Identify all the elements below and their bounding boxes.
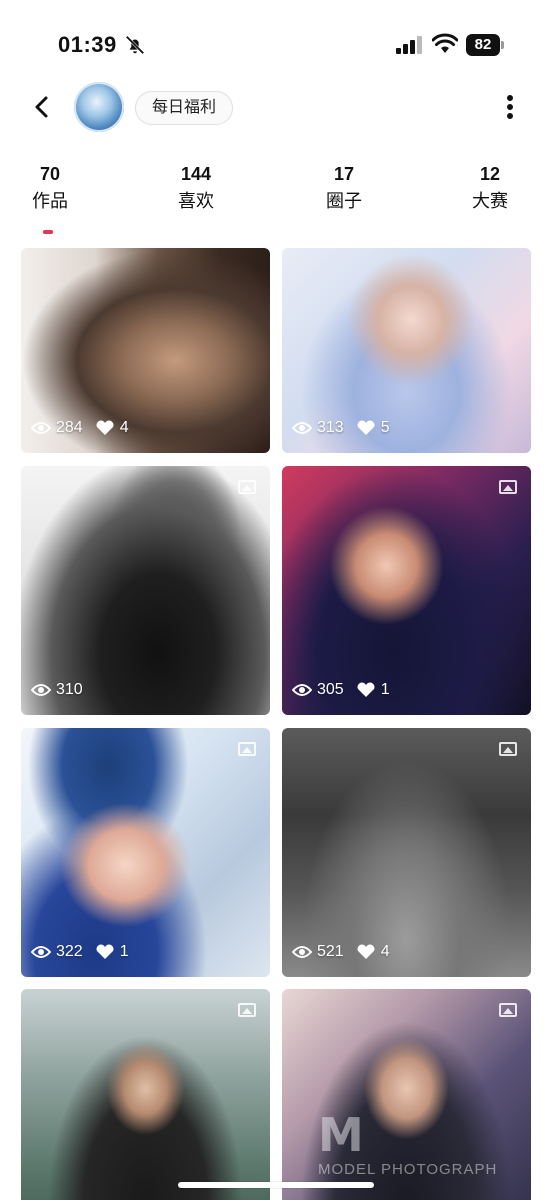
circles-count: 17	[333, 164, 355, 184]
likes-label: 喜欢	[178, 191, 214, 211]
photo-card[interactable]: 284 4	[21, 248, 270, 453]
eye-icon	[31, 422, 51, 434]
heart-icon	[357, 420, 375, 435]
view-count: 305	[317, 681, 344, 698]
tab-contests[interactable]: 12 大赛	[450, 160, 530, 214]
signal-icon	[396, 36, 422, 54]
image-icon	[499, 1003, 517, 1017]
photo-card[interactable]	[21, 989, 270, 1200]
view-count: 310	[56, 681, 83, 698]
post-metrics: 284 4	[31, 417, 141, 439]
photo-card[interactable]: 313 5	[282, 248, 531, 453]
avatar[interactable]	[74, 82, 124, 132]
likes-count: 144	[180, 164, 212, 184]
profile-stats-tabs: 70 作品 144 喜欢 17 圈子 12 大赛	[0, 160, 552, 240]
photo-card[interactable]: 322 1	[21, 728, 270, 977]
username-pill[interactable]: 每日福利	[135, 91, 234, 125]
battery-icon: 82	[466, 34, 504, 56]
contests-label: 大赛	[472, 191, 508, 211]
photo-card[interactable]: 310	[21, 466, 270, 715]
photo-grid: 284 4 313 5 310 305 1 322 1 521 4	[0, 248, 552, 1200]
view-count: 313	[317, 419, 344, 436]
watermark-text: MODEL PHOTOGRAPH	[318, 1161, 498, 1178]
eye-icon	[292, 684, 312, 696]
heart-icon	[96, 420, 114, 435]
works-label: 作品	[32, 191, 68, 211]
heart-icon	[357, 944, 375, 959]
post-metrics: 521 4	[292, 941, 402, 963]
tab-circles[interactable]: 17 圈子	[304, 160, 384, 214]
profile-header: 每日福利	[0, 80, 552, 140]
image-icon	[238, 480, 256, 494]
tab-likes[interactable]: 144 喜欢	[156, 160, 236, 214]
heart-icon	[357, 682, 375, 697]
more-vertical-icon[interactable]	[500, 92, 520, 122]
image-icon	[238, 1003, 256, 1017]
works-count: 70	[39, 164, 61, 184]
eye-icon	[31, 946, 51, 958]
eye-icon	[31, 684, 51, 696]
contests-count: 12	[479, 164, 501, 184]
eye-icon	[292, 422, 312, 434]
photo-card[interactable]: 521 4	[282, 728, 531, 977]
image-icon	[499, 742, 517, 756]
home-indicator[interactable]	[178, 1182, 374, 1188]
active-tab-indicator	[43, 230, 53, 234]
tab-works[interactable]: 70 作品	[10, 160, 90, 214]
like-count: 1	[119, 943, 129, 960]
like-count: 4	[119, 419, 129, 436]
like-count: 4	[380, 943, 390, 960]
chevron-left-icon[interactable]	[28, 92, 56, 122]
circles-label: 圈子	[326, 191, 362, 211]
view-count: 284	[56, 419, 83, 436]
post-metrics: 313 5	[292, 417, 402, 439]
like-count: 1	[380, 681, 390, 698]
status-bar: 01:39 82	[0, 0, 552, 90]
photo-card[interactable]: 305 1	[282, 466, 531, 715]
post-metrics: 322 1	[31, 941, 141, 963]
bell-slash-icon	[125, 35, 145, 55]
like-count: 5	[380, 419, 390, 436]
view-count: 521	[317, 943, 344, 960]
eye-icon	[292, 946, 312, 958]
wifi-icon	[432, 33, 458, 53]
battery-level: 82	[466, 34, 500, 56]
status-time: 01:39	[58, 32, 117, 57]
post-metrics: 310	[31, 679, 95, 701]
view-count: 322	[56, 943, 83, 960]
post-metrics: 305 1	[292, 679, 402, 701]
watermark: M MODEL PHOTOGRAPH	[318, 1110, 548, 1190]
watermark-logo: M	[318, 1108, 366, 1162]
image-icon	[238, 742, 256, 756]
image-icon	[499, 480, 517, 494]
heart-icon	[96, 944, 114, 959]
